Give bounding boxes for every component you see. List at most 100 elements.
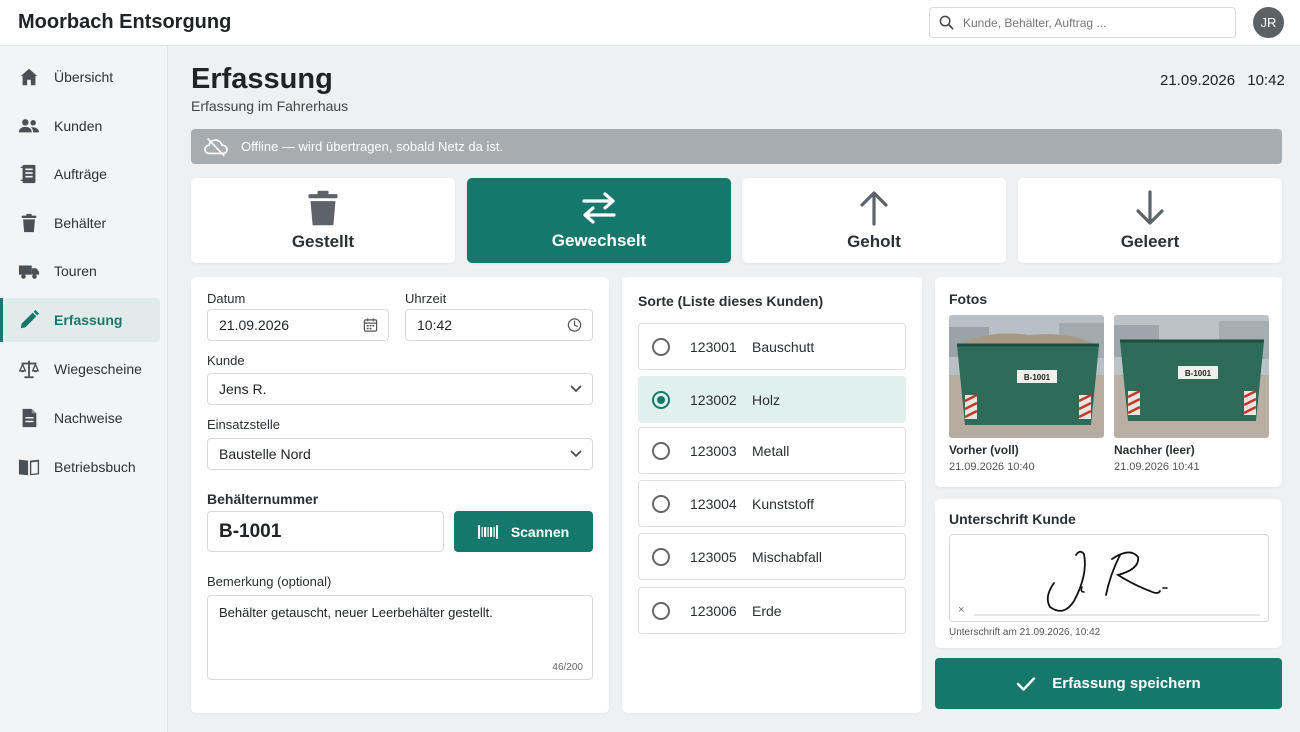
bemerkung-textarea[interactable]: Behälter getauscht, neuer Leerbehälter g… [207,595,593,680]
mode-label: Gestellt [291,231,355,251]
sidebar-item-label: Kunden [54,118,103,134]
bemerkung-value: Behälter getauscht, neuer Leerbehälter g… [219,605,493,620]
sorte-name: Bauschutt [752,338,815,355]
scan-button[interactable]: Scannen [454,511,593,552]
offline-banner: Offline — wird übertragen, sobald Netz d… [191,129,1282,164]
cloud-offline-icon [204,137,228,156]
sorte-code: 123004 [690,495,737,512]
mode-gewechselt-button[interactable]: Gewechselt [467,178,731,263]
einsatzstelle-value: Baustelle Nord [219,446,311,462]
sidebar-item-label: Aufträge [54,166,107,182]
sorte-option[interactable]: 123003 Metall [638,427,906,474]
kunde-label: Kunde [207,353,245,368]
radio-button[interactable] [652,441,670,460]
arrow-up-icon [860,190,888,226]
signature-pad[interactable]: × [949,534,1269,622]
mode-geholt-button[interactable]: Geholt [742,178,1006,263]
mode-geleert-button[interactable]: Geleert [1018,178,1282,263]
photos-title: Fotos [949,291,988,307]
clear-signature-icon[interactable]: × [958,604,964,616]
uhrzeit-value: 10:42 [417,317,453,333]
photo-date: 21.09.2026 10:40 [949,461,1035,473]
datum-value: 21.09.2026 [219,317,290,333]
sidebar-item-label: Wiegescheine [54,361,142,377]
sidebar-item-uebersicht[interactable]: Übersicht [0,55,160,99]
datum-field[interactable]: 21.09.2026 [207,309,389,341]
radio-button-selected[interactable] [652,390,670,409]
page-subtitle: Erfassung im Fahrerhaus [191,98,349,114]
sidebar-item-erfassung[interactable]: Erfassung [0,298,160,342]
top-bar: Moorbach Entsorgung Kunde, Behälter, Auf… [0,0,1300,46]
bemerkung-label: Bemerkung (optional) [207,574,332,589]
sorte-option[interactable]: 123005 Mischabfall [638,533,906,580]
home-icon [18,66,40,88]
sidebar-item-betriebsbuch[interactable]: Betriebsbuch [0,445,160,489]
radio-button[interactable] [652,547,670,566]
sorte-name: Kunststoff [752,495,815,512]
behaelternummer-label: Behälternummer [207,491,319,507]
sidebar-item-nachweise[interactable]: Nachweise [0,396,160,440]
current-date: 21.09.2026 [1160,72,1236,89]
behaelternummer-input[interactable]: B-1001 [207,511,444,552]
save-label: Erfassung speichern [1052,675,1201,692]
photo-tag: B-1001 [1185,369,1212,378]
kunde-value: Jens R. [219,381,267,397]
sorte-option[interactable]: 123004 Kunststoff [638,480,906,527]
photo-before[interactable]: B-1001 [949,315,1104,438]
scan-label: Scannen [510,523,570,540]
sidebar-item-label: Betriebsbuch [54,459,136,475]
sorte-code: 123006 [690,602,737,619]
photo-after[interactable]: B-1001 [1114,315,1269,438]
sorte-name: Metall [752,442,790,459]
datum-label: Datum [207,291,246,306]
einsatzstelle-label: Einsatzstelle [207,417,280,432]
calendar-icon[interactable] [363,318,378,333]
sidebar: Übersicht Kunden Aufträge Behälter Toure… [0,46,168,732]
users-icon [18,115,40,137]
einsatzstelle-select[interactable]: Baustelle Nord [207,438,593,470]
save-button[interactable]: Erfassung speichern [935,658,1282,709]
sidebar-item-touren[interactable]: Touren [0,249,160,293]
uhrzeit-field[interactable]: 10:42 [405,309,593,341]
barcode-icon [477,524,498,539]
mode-label: Gewechselt [551,230,647,250]
radio-button[interactable] [652,494,670,513]
sidebar-item-kunden[interactable]: Kunden [0,104,160,148]
app-brand[interactable]: Moorbach Entsorgung [18,11,231,34]
radio-button[interactable] [652,601,670,620]
sorte-option[interactable]: 123001 Bauschutt [638,323,906,370]
signature-caption: Unterschrift am 21.09.2026, 10:42 [949,627,1101,638]
swap-icon [582,191,616,224]
radio-dot [657,395,665,404]
sorte-option-selected[interactable]: 123002 Holz [638,376,906,423]
radio-button[interactable] [652,337,670,356]
photo-tag: B-1001 [1024,373,1051,382]
behaelternummer-value: B-1001 [219,520,282,542]
page-title: Erfassung [191,63,333,95]
clock-icon[interactable] [567,318,582,333]
sidebar-item-wiegescheine[interactable]: Wiegescheine [0,347,160,391]
sorte-code: 123003 [690,442,737,459]
mode-label: Geleert [1120,231,1180,251]
photo-date: 21.09.2026 10:41 [1114,461,1200,473]
signature-stroke [974,550,1260,616]
sidebar-item-label: Erfassung [54,312,123,328]
search-input[interactable]: Kunde, Behälter, Auftrag ... [929,7,1236,38]
chevron-down-icon [570,450,582,458]
search-icon [939,15,954,30]
sidebar-item-behaelter[interactable]: Behälter [0,201,160,245]
scale-icon [18,358,40,380]
mode-gestellt-button[interactable]: Gestellt [191,178,455,263]
sorte-option[interactable]: 123006 Erde [638,587,906,634]
offline-banner-text: Offline — wird übertragen, sobald Netz d… [241,139,504,154]
sidebar-item-auftraege[interactable]: Aufträge [0,152,160,196]
uhrzeit-label: Uhrzeit [405,291,447,306]
sidebar-item-label: Touren [54,263,97,279]
sorte-name: Erde [752,602,782,619]
avatar[interactable]: JR [1253,7,1284,38]
sorte-code: 123005 [690,548,737,565]
pencil-icon [18,309,40,331]
kunde-select[interactable]: Jens R. [207,373,593,405]
book-icon [18,456,40,478]
sorte-code: 123001 [690,338,737,355]
